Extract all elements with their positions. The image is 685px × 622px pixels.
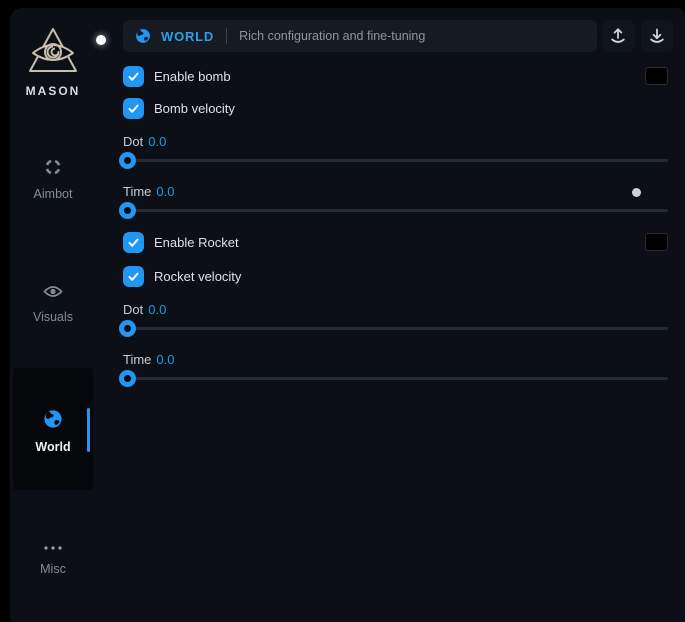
slider-label: Time 0.0 [123,352,668,367]
check-icon [127,236,140,249]
slider-value: 0.0 [148,302,166,317]
slider-track[interactable] [123,327,668,330]
setting-row-rocket-velocity: Rocket velocity [123,266,668,287]
sidebar-item-label: Misc [10,562,96,576]
sidebar-item-world[interactable]: World [10,409,96,454]
slider-bomb-dot: Dot 0.0 [123,134,668,174]
checkbox-enable-bomb[interactable] [123,66,144,87]
check-icon [127,270,140,283]
keybind-button[interactable] [645,233,668,251]
slider-track[interactable] [123,159,668,162]
checkbox-label: Enable Rocket [154,235,239,250]
check-icon [127,102,140,115]
checkbox-enable-rocket[interactable] [123,232,144,253]
sidebar-item-misc[interactable]: Misc [10,538,96,576]
slider-name: Dot [123,302,143,317]
slider-bomb-time: Time 0.0 [123,184,668,224]
brand-name: MASON [10,84,96,98]
header-divider [226,28,227,44]
crosshair-icon [10,158,96,181]
slider-rocket-dot: Dot 0.0 [123,302,668,342]
checkbox-label: Rocket velocity [154,269,241,284]
slider-value: 0.0 [156,352,174,367]
setting-row-enable-rocket: Enable Rocket [123,232,668,253]
upload-icon [608,26,628,46]
checkbox-rocket-velocity[interactable] [123,266,144,287]
slider-handle[interactable] [119,152,136,169]
download-icon [647,26,667,46]
page-subtitle: Rich configuration and fine-tuning [239,29,425,43]
slider-handle[interactable] [119,370,136,387]
slider-value: 0.0 [156,184,174,199]
keybind-button[interactable] [645,67,668,85]
checkbox-bomb-velocity[interactable] [123,98,144,119]
download-button[interactable] [641,20,673,52]
ellipsis-icon [10,538,96,556]
slider-handle[interactable] [119,202,136,219]
upload-button[interactable] [602,20,634,52]
slider-name: Time [123,352,151,367]
slider-value: 0.0 [148,134,166,149]
header-bar: WORLD Rich configuration and fine-tuning [123,20,597,52]
page-title: WORLD [161,29,214,44]
slider-handle[interactable] [119,320,136,337]
sidebar-item-label: World [10,440,96,454]
globe-icon [135,28,151,44]
setting-row-enable-bomb: Enable bomb [123,66,668,87]
cursor-dot [96,35,106,45]
slider-label: Dot 0.0 [123,302,668,317]
sidebar: MASON Aimbot Visuals [10,8,113,622]
checkbox-label: Bomb velocity [154,101,235,116]
masonic-eye-icon [10,26,96,78]
slider-rocket-time: Time 0.0 [123,352,668,392]
check-icon [127,70,140,83]
slider-label: Dot 0.0 [123,134,668,149]
checkbox-label: Enable bomb [154,69,231,84]
sidebar-item-aimbot[interactable]: Aimbot [10,158,96,201]
globe-icon [10,409,96,434]
eye-icon [10,284,96,304]
sidebar-item-visuals[interactable]: Visuals [10,284,96,324]
sidebar-item-label: Aimbot [10,187,96,201]
sidebar-item-label: Visuals [10,310,96,324]
slider-name: Dot [123,134,143,149]
slider-track[interactable] [123,377,668,380]
cursor-dot [632,188,641,197]
app-window: MASON Aimbot Visuals [10,8,685,622]
slider-name: Time [123,184,151,199]
slider-track[interactable] [123,209,668,212]
brand-logo: MASON [10,26,96,98]
setting-row-bomb-velocity: Bomb velocity [123,98,668,119]
slider-label: Time 0.0 [123,184,668,199]
